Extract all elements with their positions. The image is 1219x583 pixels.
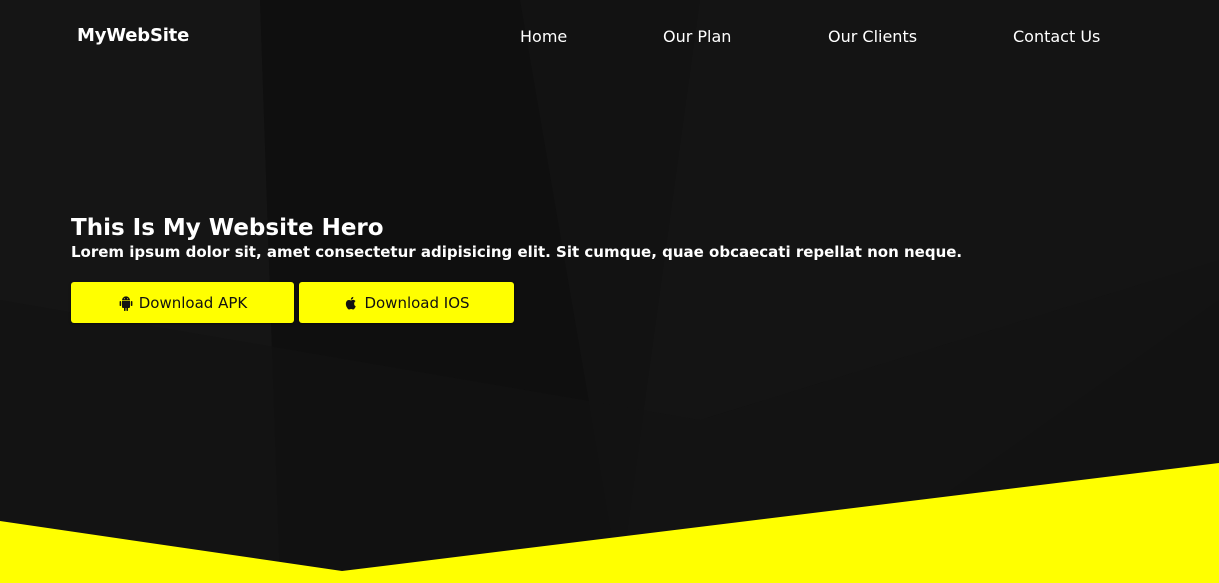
hero-title: This Is My Website Hero — [71, 215, 384, 241]
download-apk-button[interactable]: Download APK — [71, 282, 294, 323]
android-icon — [118, 295, 134, 311]
brand-logo[interactable]: MyWebSite — [77, 25, 189, 46]
navbar: MyWebSite Home Our Plan Our Clients Cont… — [0, 0, 1219, 72]
hero-buttons: Download APK Download IOS — [71, 282, 514, 323]
download-apk-label: Download APK — [138, 293, 248, 312]
apple-icon — [343, 295, 359, 311]
nav-item-contact-us[interactable]: Contact Us — [1013, 27, 1100, 46]
nav-item-our-plan[interactable]: Our Plan — [663, 27, 731, 46]
nav-item-home[interactable]: Home — [520, 27, 567, 46]
hero-text: Lorem ipsum dolor sit, amet consectetur … — [71, 243, 963, 261]
page: MyWebSite Home Our Plan Our Clients Cont… — [0, 0, 1219, 583]
nav-item-our-clients[interactable]: Our Clients — [828, 27, 917, 46]
hero: This Is My Website Hero Lorem ipsum dolo… — [71, 213, 962, 262]
download-ios-label: Download IOS — [364, 293, 470, 312]
download-ios-button[interactable]: Download IOS — [299, 282, 514, 323]
